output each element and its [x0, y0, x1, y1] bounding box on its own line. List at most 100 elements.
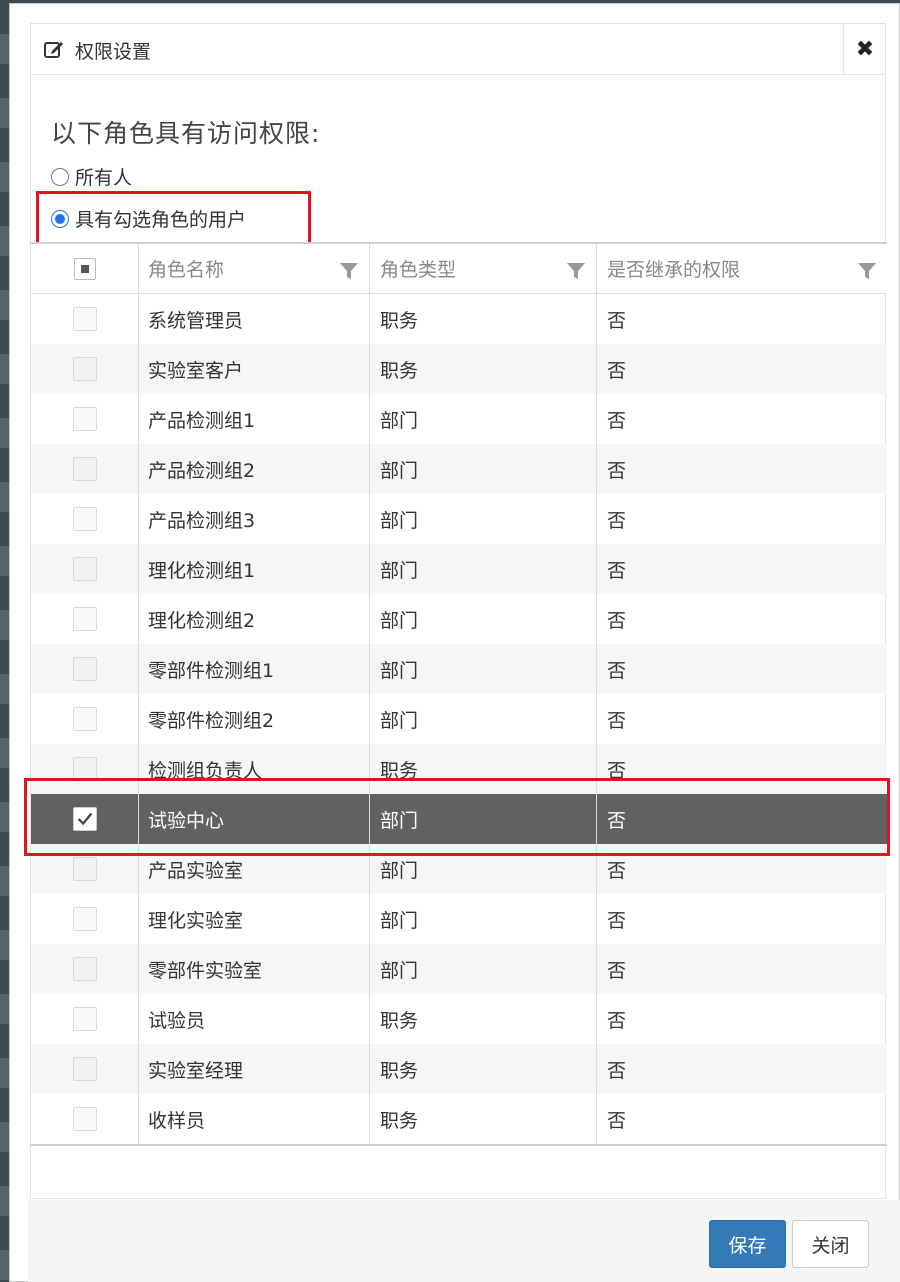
- inherited-cell: 否: [607, 659, 627, 682]
- role-type-cell: 职务: [380, 1059, 419, 1082]
- role-name-cell: 零部件检测组1: [148, 659, 275, 682]
- save-button[interactable]: 保存: [709, 1220, 786, 1268]
- table-header: 角色名称 角色类型 是否继承的权限: [31, 242, 887, 294]
- inherited-cell: 否: [607, 359, 627, 382]
- table-row[interactable]: 系统管理员 职务 否: [31, 294, 887, 344]
- filter-icon[interactable]: [566, 261, 586, 281]
- row-checkbox[interactable]: [72, 707, 97, 731]
- row-checkbox[interactable]: [72, 1057, 97, 1081]
- inherited-cell: 否: [607, 309, 627, 332]
- header-role-name[interactable]: 角色名称: [138, 244, 369, 293]
- role-name-cell: 零部件实验室: [148, 959, 263, 982]
- role-type-cell: 部门: [380, 409, 419, 432]
- role-name-cell: 试验员: [148, 1009, 206, 1032]
- table-row[interactable]: 试验员 职务 否: [31, 994, 887, 1044]
- row-checkbox[interactable]: [72, 1007, 97, 1031]
- inherited-cell: 否: [607, 609, 627, 632]
- role-type-cell: 部门: [380, 609, 419, 632]
- checkbox-cell[interactable]: [31, 894, 138, 944]
- role-name-cell: 产品检测组1: [148, 409, 256, 432]
- permission-dialog: 权限设置 ✖ 以下角色具有访问权限: 所有人 具有勾选角色的用户 角色名称 角色…: [9, 3, 900, 1282]
- inherited-cell: 否: [607, 559, 627, 582]
- row-checkbox[interactable]: [72, 907, 97, 931]
- row-checkbox[interactable]: [72, 557, 97, 581]
- role-type-cell: 职务: [380, 1009, 419, 1032]
- role-type-cell: 部门: [380, 659, 419, 682]
- filter-icon[interactable]: [339, 261, 359, 281]
- checkbox-cell[interactable]: [31, 994, 138, 1044]
- row-checkbox[interactable]: [72, 957, 97, 981]
- row-checkbox[interactable]: [72, 607, 97, 631]
- highlight-box-row: [24, 778, 890, 856]
- row-checkbox[interactable]: [72, 307, 97, 331]
- row-checkbox[interactable]: [72, 657, 97, 681]
- column-label: 角色类型: [380, 259, 457, 281]
- close-icon[interactable]: ✖: [844, 24, 886, 75]
- row-checkbox[interactable]: [72, 857, 97, 881]
- checkbox-cell[interactable]: [31, 444, 138, 494]
- role-name-cell: 产品检测组2: [148, 459, 256, 482]
- column-label: 角色名称: [148, 259, 225, 281]
- access-prompt: 以下角色具有访问权限:: [51, 119, 321, 148]
- table-row[interactable]: 理化检测组2 部门 否: [31, 594, 887, 644]
- checkbox-cell[interactable]: [31, 694, 138, 744]
- row-checkbox[interactable]: [72, 507, 97, 531]
- checkbox-cell[interactable]: [31, 544, 138, 594]
- radio-button[interactable]: [51, 167, 69, 186]
- checkbox-cell[interactable]: [31, 944, 138, 994]
- inherited-cell: 否: [607, 1059, 627, 1082]
- table-row[interactable]: 零部件检测组1 部门 否: [31, 644, 887, 694]
- inherited-cell: 否: [607, 1109, 627, 1132]
- edit-icon: [44, 42, 63, 58]
- checkbox-cell[interactable]: [31, 394, 138, 444]
- row-checkbox[interactable]: [72, 407, 97, 431]
- table-row[interactable]: 产品检测组1 部门 否: [31, 394, 887, 444]
- inherited-cell: 否: [607, 709, 627, 732]
- row-checkbox[interactable]: [72, 457, 97, 481]
- dialog-body: 以下角色具有访问权限: 所有人 具有勾选角色的用户 角色名称 角色类型 是否继承…: [30, 75, 887, 1199]
- select-all-checkbox[interactable]: [73, 257, 96, 280]
- role-type-cell: 部门: [380, 559, 419, 582]
- table-row[interactable]: 理化实验室 部门 否: [31, 894, 887, 944]
- role-type-cell: 部门: [380, 509, 419, 532]
- table-row[interactable]: 实验室客户 职务 否: [31, 344, 887, 394]
- header-role-type[interactable]: 角色类型: [369, 244, 596, 293]
- select-all-cell[interactable]: [31, 244, 138, 293]
- close-button[interactable]: 关闭: [792, 1220, 869, 1268]
- role-name-cell: 理化实验室: [148, 909, 244, 932]
- filter-icon[interactable]: [857, 261, 877, 281]
- role-name-cell: 理化检测组2: [148, 609, 256, 632]
- role-name-cell: 理化检测组1: [148, 559, 256, 582]
- table-row[interactable]: 理化检测组1 部门 否: [31, 544, 887, 594]
- checkbox-cell[interactable]: [31, 294, 138, 344]
- column-label: 是否继承的权限: [607, 259, 741, 281]
- inherited-cell: 否: [607, 459, 627, 482]
- inherited-cell: 否: [607, 509, 627, 532]
- checkbox-cell[interactable]: [31, 594, 138, 644]
- checkbox-cell[interactable]: [31, 494, 138, 544]
- table-row[interactable]: 产品检测组3 部门 否: [31, 494, 887, 544]
- role-name-cell: 收样员: [148, 1109, 206, 1132]
- table-row[interactable]: 收样员 职务 否: [31, 1094, 887, 1144]
- checkbox-cell[interactable]: [31, 644, 138, 694]
- table-row[interactable]: 零部件实验室 部门 否: [31, 944, 887, 994]
- role-type-cell: 职务: [380, 309, 419, 332]
- role-type-cell: 职务: [380, 359, 419, 382]
- checkbox-cell[interactable]: [31, 344, 138, 394]
- table-row[interactable]: 零部件检测组2 部门 否: [31, 694, 887, 744]
- row-checkbox[interactable]: [72, 357, 97, 381]
- table-row[interactable]: 实验室经理 职务 否: [31, 1044, 887, 1094]
- checkbox-cell[interactable]: [31, 1044, 138, 1094]
- role-name-cell: 系统管理员: [148, 309, 244, 332]
- checkbox-cell[interactable]: [31, 1094, 138, 1144]
- role-name-cell: 零部件检测组2: [148, 709, 275, 732]
- row-checkbox[interactable]: [72, 1107, 97, 1131]
- role-type-cell: 部门: [380, 909, 419, 932]
- role-name-cell: 产品检测组3: [148, 509, 256, 532]
- header-inherited[interactable]: 是否继承的权限: [596, 244, 887, 293]
- table-row[interactable]: 产品检测组2 部门 否: [31, 444, 887, 494]
- table-bottom-border: [31, 1144, 887, 1146]
- dialog-header: 权限设置 ✖: [30, 23, 886, 75]
- inherited-cell: 否: [607, 1009, 627, 1032]
- radio-everyone[interactable]: 所有人: [51, 163, 132, 190]
